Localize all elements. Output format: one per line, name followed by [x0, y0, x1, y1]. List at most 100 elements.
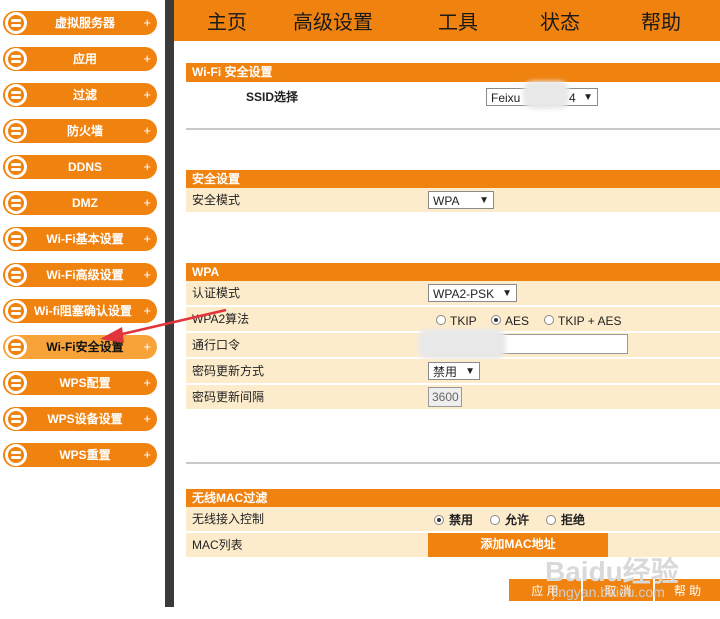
security-mode-row: 安全模式 WPA ▼ [186, 188, 720, 212]
ssid-row: SSID选择 Feixu 4 ▼ [186, 81, 720, 109]
dropdown-arrow-icon: ▼ [502, 288, 512, 299]
radio-label-aes: AES [505, 314, 530, 328]
redacted-blur [418, 329, 506, 359]
brand-logo-icon [5, 408, 27, 430]
sidebar-item-label: WPS设备设置 [47, 412, 123, 426]
tab-tools[interactable]: 工具 [438, 0, 478, 46]
tab-help[interactable]: 帮助 [641, 0, 681, 46]
radio-label-disable: 禁用 [449, 513, 474, 527]
radio-tkip-aes[interactable] [544, 315, 554, 325]
radio-deny[interactable] [546, 515, 556, 525]
expand-icon: + [143, 411, 151, 426]
expand-icon: + [143, 51, 151, 66]
sidebar-item-wps-config[interactable]: WPS配置 + [3, 371, 157, 395]
section-title-wpa: WPA [186, 263, 720, 282]
sidebar-item-label: WPS重置 [59, 448, 111, 462]
sidebar-item-label: 过滤 [72, 88, 97, 102]
expand-icon: + [143, 159, 151, 174]
passphrase-label: 通行口令 [192, 338, 241, 352]
brand-logo-icon [5, 12, 27, 34]
sidebar-item-dmz[interactable]: DMZ + [3, 191, 157, 215]
sidebar-item-wps-device[interactable]: WPS设备设置 + [3, 407, 157, 431]
renew-interval-input[interactable]: 3600 [428, 387, 462, 407]
radio-allow[interactable] [490, 515, 500, 525]
brand-logo-icon [5, 228, 27, 250]
brand-logo-icon [5, 336, 27, 358]
brand-logo-icon [5, 192, 27, 214]
radio-label-allow: 允许 [505, 513, 530, 527]
ssid-select[interactable]: Feixu 4 ▼ [486, 81, 598, 109]
sidebar-item-ddns[interactable]: DDNS + [3, 155, 157, 179]
brand-logo-icon [5, 264, 27, 286]
sidebar-item-label: Wi-Fi高级设置 [46, 268, 124, 282]
tab-status[interactable]: 状态 [540, 0, 580, 46]
security-mode-value: WPA [433, 194, 460, 208]
dropdown-arrow-icon: ▼ [479, 195, 489, 206]
expand-icon: + [143, 375, 151, 390]
security-mode-select[interactable]: WPA ▼ [428, 191, 494, 209]
redacted-blur [523, 81, 569, 109]
section-title-mac-filter: 无线MAC过滤 [186, 489, 720, 508]
expand-icon: + [143, 15, 151, 30]
sidebar-item-wifi-basic[interactable]: Wi-Fi基本设置 + [3, 227, 157, 251]
brand-logo-icon [5, 444, 27, 466]
sidebar-item-filter[interactable]: 过滤 + [3, 83, 157, 107]
expand-icon: + [143, 447, 151, 462]
radio-aes[interactable] [491, 315, 501, 325]
dropdown-arrow-icon: ▼ [583, 92, 593, 103]
section-title-wifi-security: Wi-Fi 安全设置 [186, 63, 720, 82]
ssid-select-value-prefix: Feixu [491, 91, 521, 105]
top-nav: 主页 高级设置 工具 状态 帮助 [174, 0, 720, 41]
sidebar: 虚拟服务器 + 应用 + 过滤 + 防火墙 + DDNS + DMZ + Wi-… [0, 0, 165, 619]
sidebar-item-wifi-blocking[interactable]: Wi-fi阻塞确认设置 + [3, 299, 157, 323]
brand-logo-icon [5, 156, 27, 178]
radio-tkip[interactable] [436, 315, 446, 325]
sidebar-item-label: 虚拟服务器 [54, 16, 115, 30]
ssid-select-value-suffix: 4 [569, 91, 576, 105]
sidebar-item-virtual-server[interactable]: 虚拟服务器 + [3, 11, 157, 35]
sidebar-item-applications[interactable]: 应用 + [3, 47, 157, 71]
renew-method-row: 密码更新方式 禁用 ▼ [186, 359, 720, 383]
expand-icon: + [143, 267, 151, 282]
sidebar-item-label: 防火墙 [66, 124, 103, 138]
security-mode-label: 安全模式 [192, 193, 241, 207]
auth-mode-row: 认证模式 WPA2-PSK ▼ [186, 281, 720, 305]
tab-advanced-settings[interactable]: 高级设置 [293, 0, 373, 46]
sidebar-item-wifi-advanced[interactable]: Wi-Fi高级设置 + [3, 263, 157, 287]
sidebar-item-label: DDNS [67, 160, 102, 174]
wpa-algorithm-label: WPA2算法 [192, 312, 250, 326]
watermark-url: jingyan.baidu.com [552, 584, 665, 600]
auth-mode-value: WPA2-PSK [433, 287, 495, 301]
mac-list-label: MAC列表 [192, 538, 243, 552]
expand-icon: + [143, 87, 151, 102]
sidebar-item-label: WPS配置 [59, 376, 111, 390]
sidebar-item-firewall[interactable]: 防火墙 + [3, 119, 157, 143]
divider [186, 128, 720, 130]
renew-method-select[interactable]: 禁用 ▼ [428, 362, 480, 380]
sidebar-item-wifi-security[interactable]: Wi-Fi安全设置 + [3, 335, 157, 359]
renew-method-value: 禁用 [433, 365, 458, 379]
brand-logo-icon [5, 372, 27, 394]
section-title-security: 安全设置 [186, 170, 720, 189]
dropdown-arrow-icon: ▼ [465, 366, 475, 377]
expand-icon: + [143, 231, 151, 246]
passphrase-row: 通行口令 [186, 329, 720, 359]
sidebar-item-label: Wi-Fi安全设置 [46, 340, 124, 354]
expand-icon: + [143, 303, 151, 318]
sidebar-divider [165, 0, 174, 607]
sidebar-item-label: Wi-Fi基本设置 [46, 232, 124, 246]
sidebar-item-wps-reset[interactable]: WPS重置 + [3, 443, 157, 467]
sidebar-item-label: DMZ [72, 196, 98, 210]
tab-home[interactable]: 主页 [207, 0, 247, 46]
radio-label-deny: 拒绝 [561, 513, 586, 527]
sidebar-item-label: 应用 [72, 52, 97, 66]
expand-icon: + [143, 123, 151, 138]
access-control-label: 无线接入控制 [192, 512, 265, 526]
radio-disable[interactable] [434, 515, 444, 525]
expand-icon: + [143, 339, 151, 354]
renew-interval-label: 密码更新间隔 [192, 390, 265, 404]
auth-mode-select[interactable]: WPA2-PSK ▼ [428, 284, 517, 302]
expand-icon: + [143, 195, 151, 210]
renew-method-label: 密码更新方式 [192, 364, 265, 378]
brand-logo-icon [5, 84, 27, 106]
